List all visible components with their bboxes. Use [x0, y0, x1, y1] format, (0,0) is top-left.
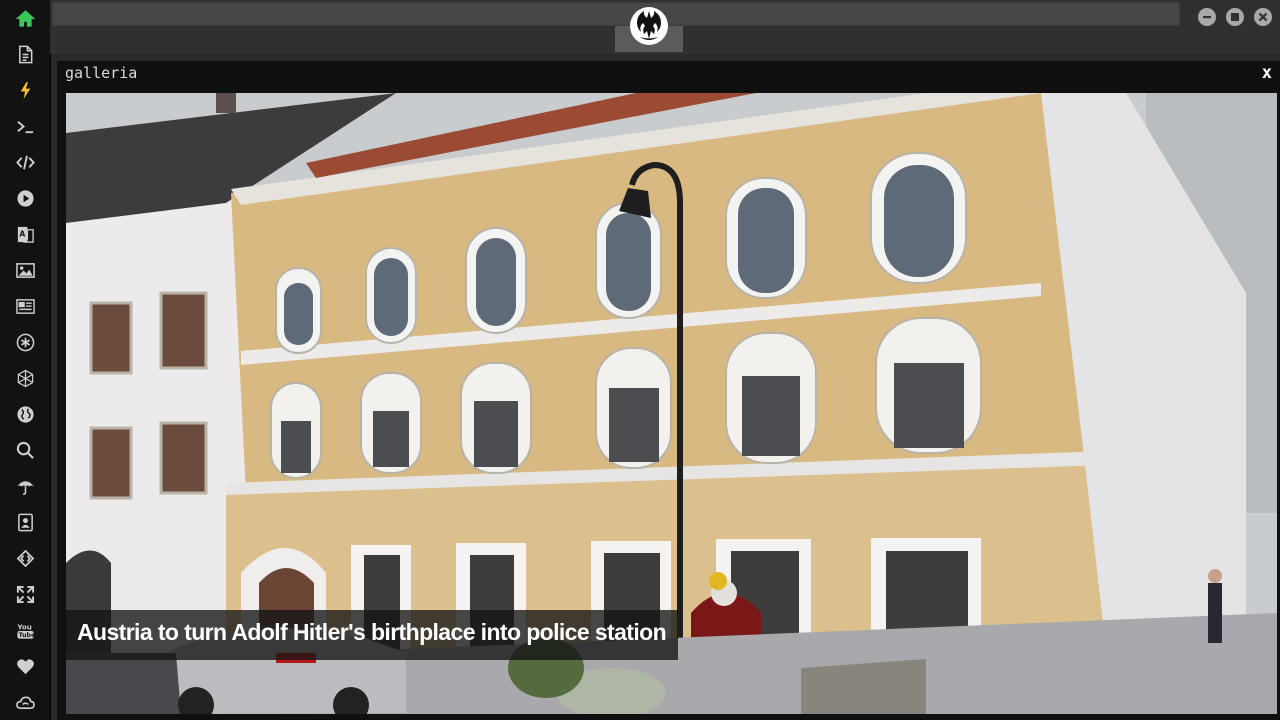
code-icon [15, 155, 35, 169]
maximize-icon [1231, 13, 1239, 21]
gallery-header: galleria x [57, 61, 1280, 91]
minimize-button[interactable] [1198, 8, 1216, 26]
close-icon [1258, 12, 1268, 22]
close-window-button[interactable] [1254, 8, 1272, 26]
sidebar-item-translate[interactable]: A [0, 216, 50, 252]
terminal-icon [16, 120, 33, 133]
umbrella-icon [16, 480, 34, 495]
sidebar-item-youtube[interactable]: You Tube [0, 612, 50, 648]
gallery-title: galleria [65, 64, 138, 82]
rebel-alliance-icon [630, 7, 668, 45]
caption-text: Austria to turn Adolf Hitler's birthplac… [77, 619, 667, 645]
sidebar-item-documents[interactable] [0, 36, 50, 72]
svg-text:Tube: Tube [18, 632, 34, 639]
address-bar[interactable] [52, 2, 1180, 26]
dev-tools-icon [16, 549, 34, 567]
gallery-window: galleria x Austria to turn Adolf Hitler'… [57, 61, 1280, 720]
sidebar-item-favorites[interactable] [0, 648, 50, 684]
youtube-icon: YouTube [16, 622, 35, 639]
sidebar-item-power[interactable] [0, 72, 50, 108]
translate-icon: A [17, 226, 34, 243]
cloud-icon [15, 695, 35, 709]
expand-icon [16, 585, 34, 603]
sidebar-item-news[interactable] [0, 288, 50, 324]
play-icon [16, 189, 34, 207]
news-icon [15, 298, 35, 314]
sidebar-item-globe[interactable] [0, 396, 50, 432]
sidebar-item-contacts[interactable] [0, 504, 50, 540]
sidebar-item-hexagon[interactable] [0, 360, 50, 396]
image-icon [15, 262, 35, 278]
top-bar [50, 0, 1280, 54]
sidebar-item-asterisk[interactable] [0, 324, 50, 360]
sidebar-item-cloud[interactable] [0, 684, 50, 720]
search-icon [16, 441, 34, 459]
gallery-close-button[interactable]: x [1262, 63, 1272, 83]
sidebar: A You Tube [0, 0, 51, 720]
sidebar-item-dev-tools[interactable] [0, 540, 50, 576]
asterisk-icon [16, 333, 34, 351]
globe-icon [16, 405, 34, 423]
lightning-icon [20, 81, 30, 99]
sidebar-item-images[interactable] [0, 252, 50, 288]
sidebar-item-terminal[interactable] [0, 108, 50, 144]
svg-text:A: A [19, 229, 25, 238]
sidebar-item-home[interactable] [0, 0, 50, 36]
photo-caption: Austria to turn Adolf Hitler's birthplac… [66, 610, 678, 660]
sidebar-item-code[interactable] [0, 144, 50, 180]
sidebar-item-play[interactable] [0, 180, 50, 216]
minimize-icon [1203, 16, 1211, 19]
sidebar-item-umbrella[interactable] [0, 468, 50, 504]
sidebar-item-expand[interactable] [0, 576, 50, 612]
heart-icon [16, 658, 34, 674]
maximize-button[interactable] [1226, 8, 1244, 26]
home-icon [15, 9, 35, 27]
sidebar-item-search[interactable] [0, 432, 50, 468]
contacts-icon [17, 513, 33, 531]
svg-text:You: You [16, 622, 31, 631]
document-icon [18, 45, 32, 63]
hexagon-icon [17, 369, 33, 387]
